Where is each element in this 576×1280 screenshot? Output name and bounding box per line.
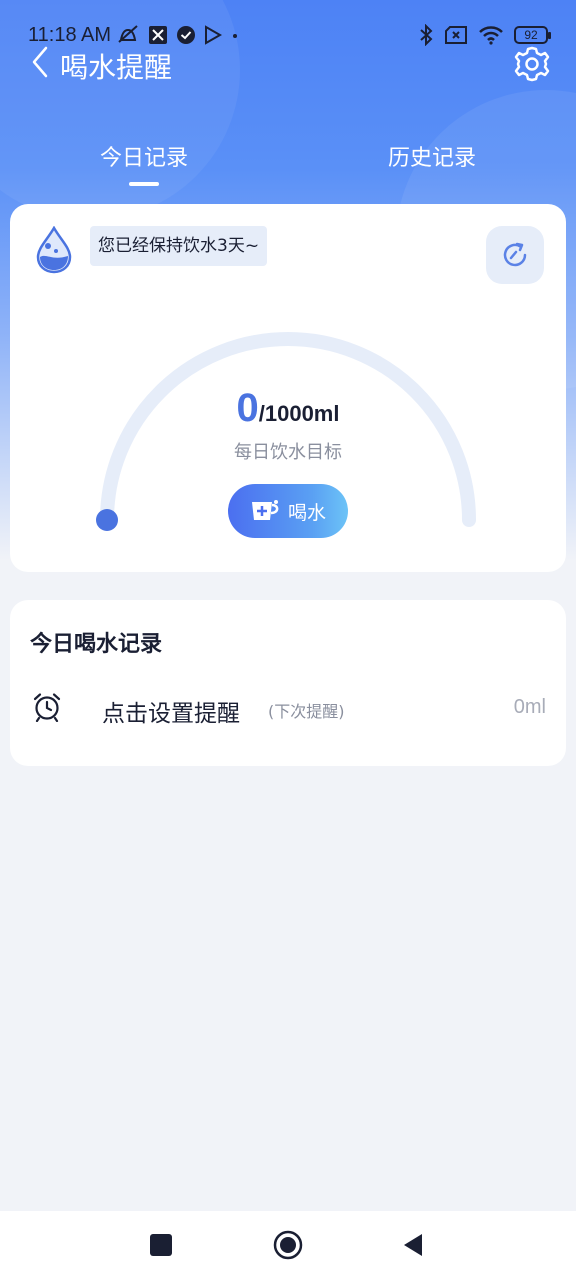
gear-icon [514, 46, 550, 82]
cup-plus-icon [251, 500, 279, 520]
goal-caption: 每日饮水目标 [234, 442, 342, 463]
today-records-card: 今日喝水记录 点击设置提醒 (下次提醒) 0ml [10, 600, 566, 766]
gauge-knob [96, 509, 118, 531]
refresh-icon [503, 242, 527, 267]
water-drop-icon [36, 226, 72, 274]
water-progress-card: 您已经保持饮水3天~ 0/1000ml 每日饮水目标 喝水 [10, 204, 566, 572]
tab-history[interactable]: 历史记录 [352, 140, 512, 172]
tab-today[interactable]: 今日记录 [64, 140, 224, 172]
recents-button[interactable] [150, 1234, 172, 1256]
tab-bar: 今日记录 历史记录 [0, 140, 576, 190]
streak-badge: 您已经保持饮水3天~ [90, 226, 268, 266]
reminder-amount: 0ml [513, 696, 546, 718]
drink-button-label: 喝水 [287, 501, 326, 524]
system-nav-bar [0, 1211, 576, 1280]
page-title: 喝水提醒 [60, 51, 173, 84]
current-amount: 0 [236, 386, 259, 430]
back-nav-button[interactable] [402, 1232, 424, 1258]
home-button[interactable] [273, 1230, 303, 1260]
refresh-button[interactable] [486, 226, 544, 284]
chevron-left-icon [32, 46, 48, 78]
tab-active-indicator [129, 182, 159, 186]
alarm-clock-icon[interactable] [32, 692, 62, 722]
set-reminder-link[interactable]: 点击设置提醒 [102, 694, 240, 728]
goal-amount: /1000ml [258, 401, 340, 426]
settings-button[interactable] [512, 44, 552, 84]
drink-button[interactable]: 喝水 [228, 484, 348, 538]
records-title: 今日喝水记录 [30, 632, 163, 657]
title-bar: 喝水提醒 [0, 40, 576, 90]
back-button[interactable] [22, 40, 58, 84]
intake-readout: 0/1000ml [10, 386, 566, 431]
next-reminder-hint: (下次提醒) [268, 702, 345, 721]
